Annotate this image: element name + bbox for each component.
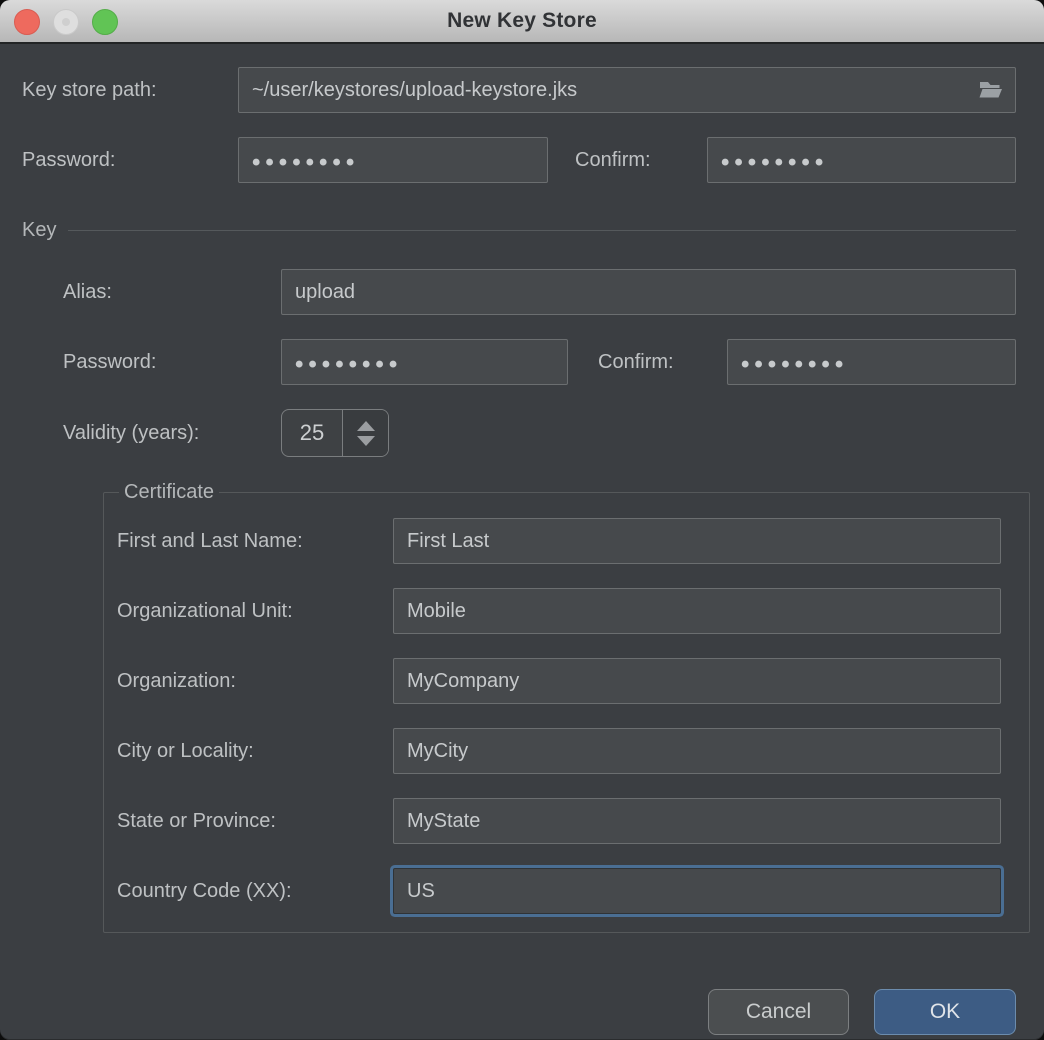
ok-button[interactable]: OK [874,989,1016,1035]
spinner-down-icon[interactable] [357,436,375,446]
keystore-path-label: Key store path: [22,79,238,102]
city-locality-row: City or Locality: [117,728,1001,774]
key-password-label: Password: [63,351,281,374]
store-password-label: Password: [22,149,238,172]
keystore-path-row: Key store path: [22,67,1016,113]
keystore-path-input[interactable] [238,67,1016,113]
window-title: New Key Store [447,9,597,33]
titlebar[interactable]: New Key Store [0,0,1044,44]
folder-open-icon [977,78,1005,103]
city-locality-label: City or Locality: [117,740,393,763]
state-province-label: State or Province: [117,810,393,833]
spinner-up-icon[interactable] [357,421,375,431]
key-password-row: Password: Confirm: [63,339,1016,385]
certificate-group-title: Certificate [119,481,219,504]
alias-row: Alias: [63,269,1016,315]
key-confirm-label: Confirm: [598,351,727,374]
store-password-input[interactable] [238,137,548,183]
city-locality-input[interactable] [393,728,1001,774]
alias-label: Alias: [63,281,281,304]
minimize-window-button [53,9,79,35]
separator-line [68,230,1016,231]
close-window-button[interactable] [14,9,40,35]
dialog-buttons: Cancel OK [22,989,1016,1035]
organization-row: Organization: [117,658,1001,704]
organization-input[interactable] [393,658,1001,704]
first-last-name-row: First and Last Name: [117,518,1001,564]
validity-row: Validity (years): [63,409,1016,457]
window-controls [14,9,118,35]
alias-input[interactable] [281,269,1016,315]
country-code-row: Country Code (XX): [117,868,1001,914]
zoom-window-button[interactable] [92,9,118,35]
validity-stepper[interactable] [342,410,388,456]
browse-button[interactable] [974,75,1008,105]
validity-spinner[interactable] [281,409,389,457]
organizational-unit-input[interactable] [393,588,1001,634]
first-last-name-input[interactable] [393,518,1001,564]
key-section-title: Key [22,219,56,242]
organization-label: Organization: [117,670,393,693]
key-confirm-input[interactable] [727,339,1016,385]
store-password-row: Password: Confirm: [22,137,1016,183]
key-section-separator: Key [22,217,1016,243]
store-confirm-input[interactable] [707,137,1016,183]
key-password-input[interactable] [281,339,568,385]
validity-label: Validity (years): [63,422,281,445]
validity-input[interactable] [282,410,342,456]
store-confirm-label: Confirm: [575,149,707,172]
state-province-input[interactable] [393,798,1001,844]
cancel-button[interactable]: Cancel [708,989,849,1035]
first-last-name-label: First and Last Name: [117,530,393,553]
organizational-unit-label: Organizational Unit: [117,600,393,623]
state-province-row: State or Province: [117,798,1001,844]
new-keystore-dialog: New Key Store Key store path: Passw [0,0,1044,1040]
country-code-input[interactable] [393,868,1001,914]
organizational-unit-row: Organizational Unit: [117,588,1001,634]
country-code-label: Country Code (XX): [117,880,393,903]
certificate-group: Certificate First and Last Name: Organiz… [103,481,1030,933]
